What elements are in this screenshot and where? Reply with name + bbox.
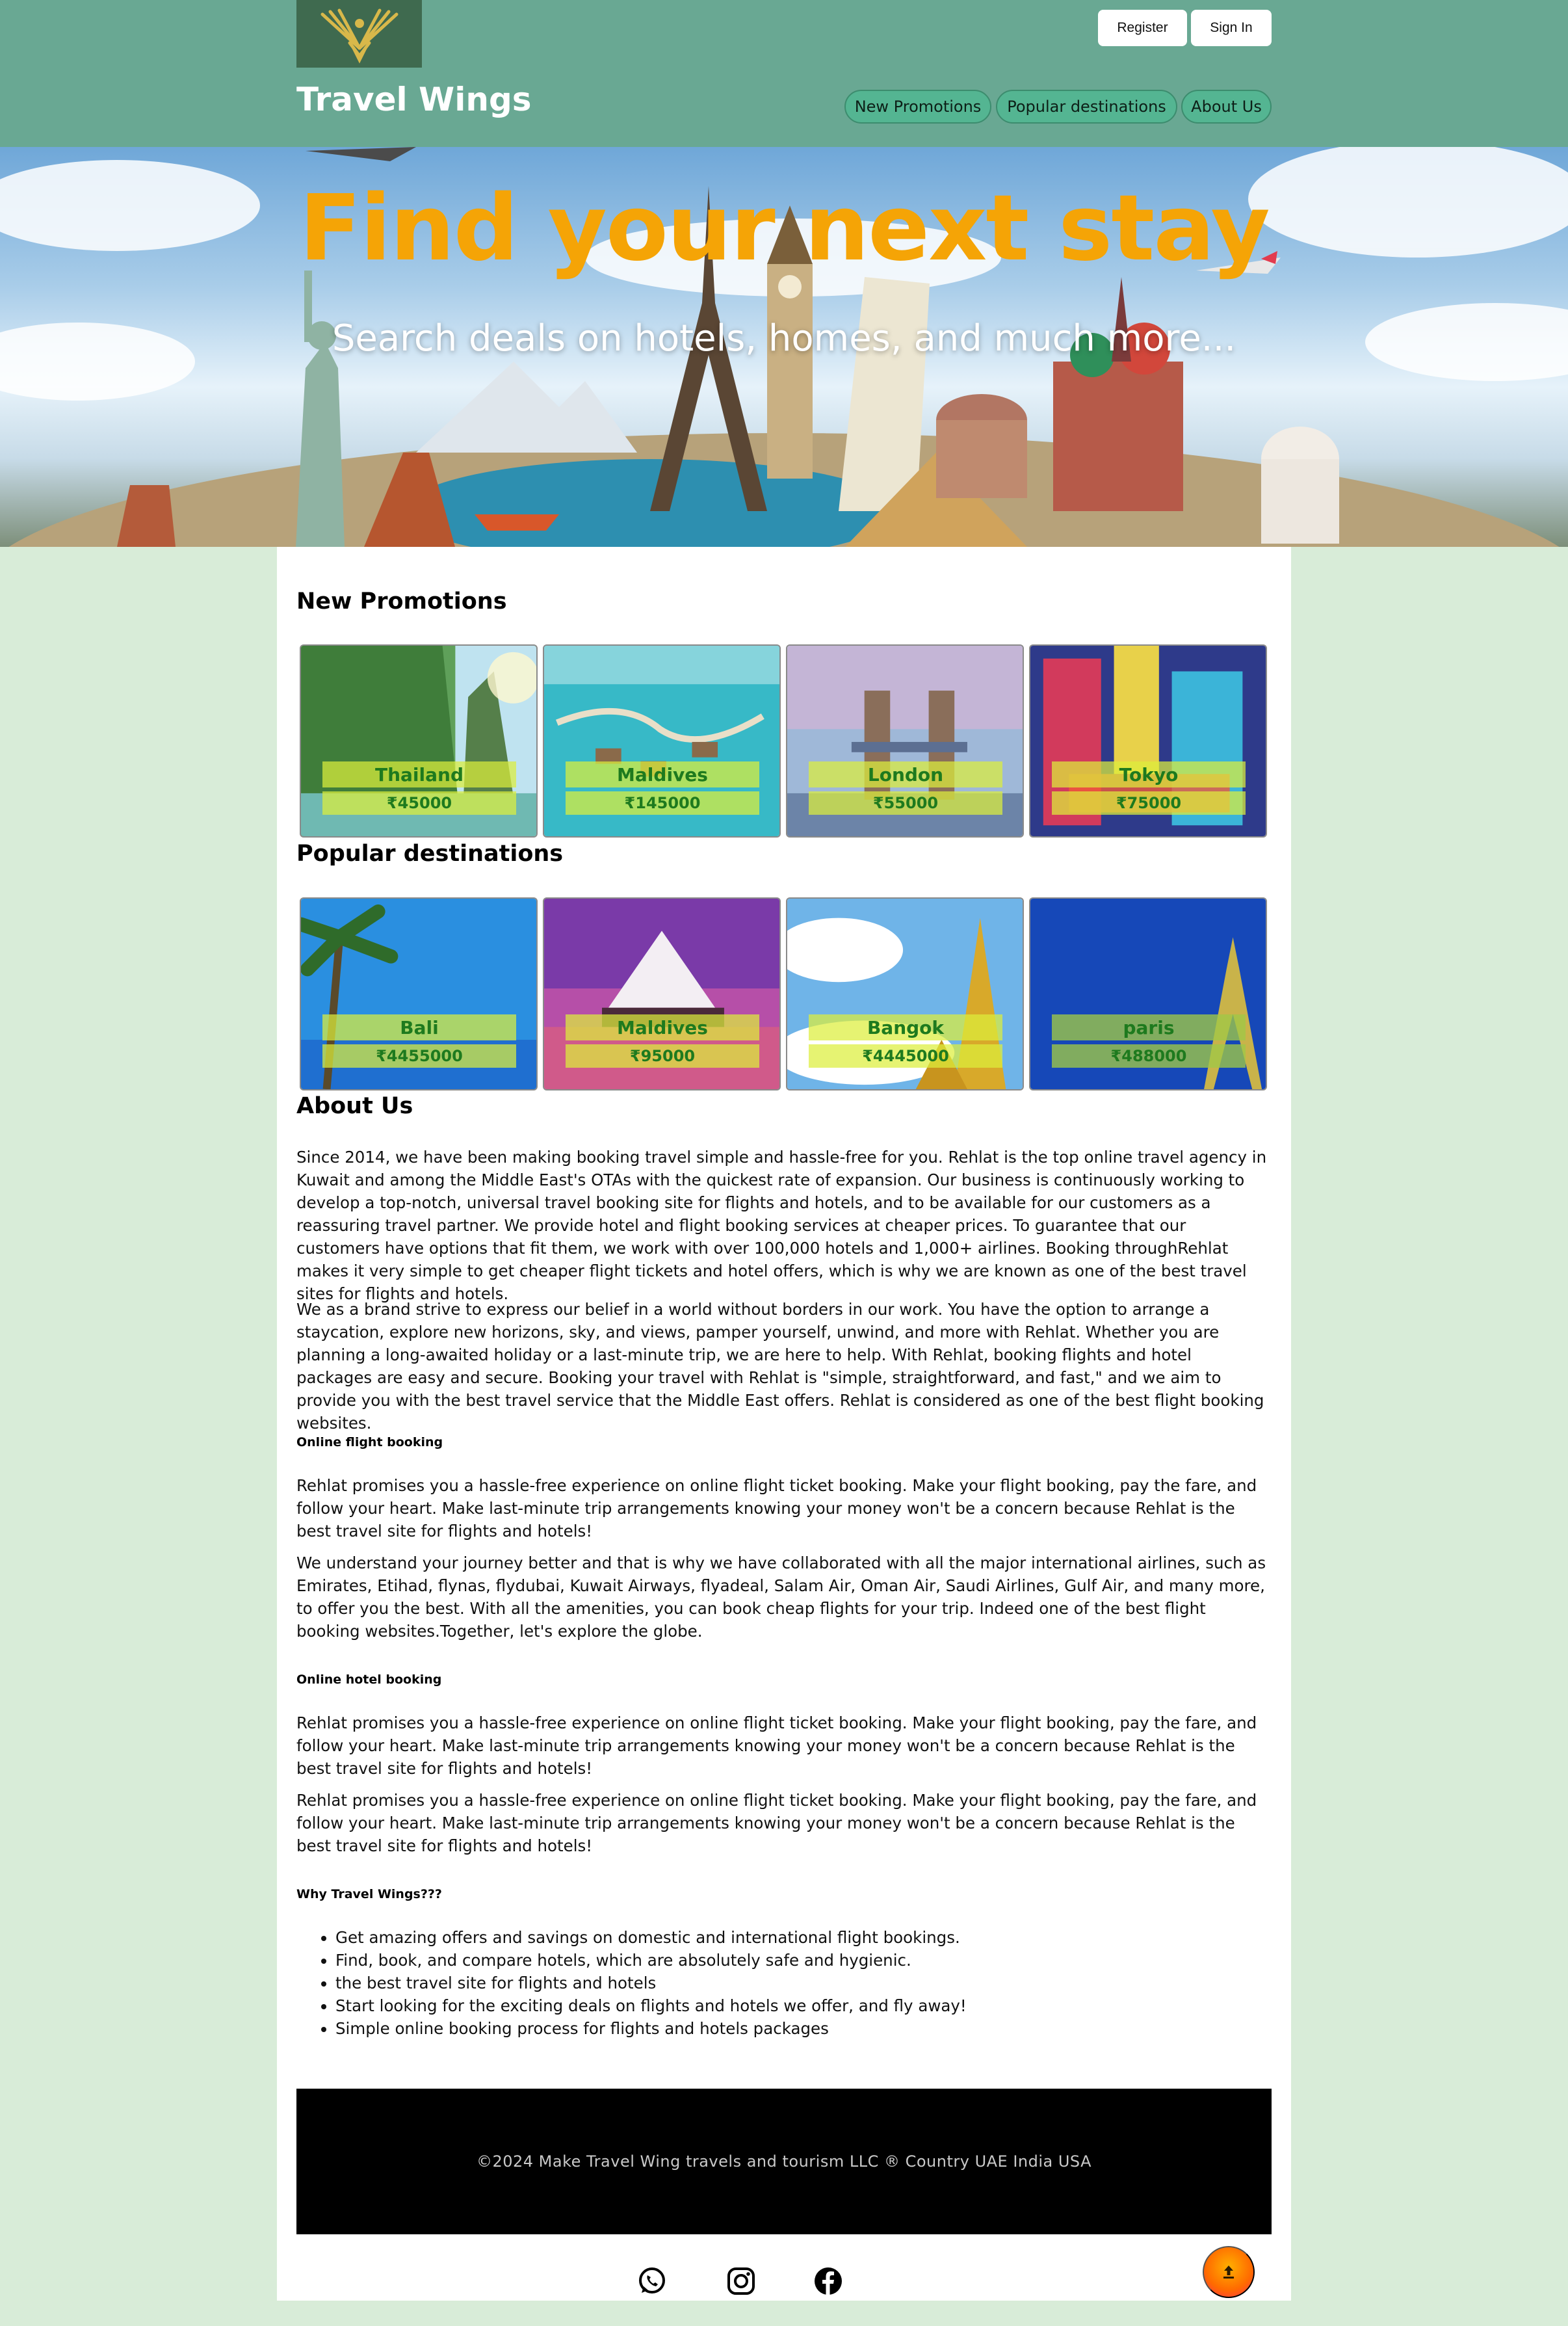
sign-in-button[interactable]: Sign In (1191, 10, 1272, 46)
hero-subtitle: Search deals on hotels, homes, and much … (332, 317, 1236, 360)
card-title: London (809, 761, 1002, 787)
about-paragraph-5: Rehlat promises you a hassle-free experi… (296, 1711, 1272, 1780)
arrow-up-icon (1223, 2266, 1234, 2279)
about-text: Rehlat promises you a hassle-free experi… (296, 1476, 1257, 1540)
why-list: Get amazing offers and savings on domest… (296, 1926, 1272, 2040)
hero-title: Find your next stay (299, 176, 1270, 282)
card-price: ₹4445000 (809, 1044, 1002, 1068)
promo-card-tokyo[interactable]: Tokyo ₹75000 (1029, 644, 1267, 838)
nav-popular-destinations[interactable]: Popular destinations (996, 90, 1177, 124)
brand-title[interactable]: Travel Wings (296, 81, 532, 118)
about-text: We as a brand strive to express our beli… (296, 1300, 1264, 1433)
about-paragraph-1: Since 2014, we have been making booking … (296, 1146, 1272, 1305)
about-paragraph-2: We as a brand strive to express our beli… (296, 1298, 1272, 1434)
logo[interactable] (296, 0, 422, 68)
list-item: Find, book, and compare hotels, which ar… (335, 1949, 1272, 1972)
subheading: Online hotel booking (296, 1672, 442, 1687)
about-text: We understand your journey better and th… (296, 1553, 1266, 1641)
hero-banner: Find your next stay Search deals on hote… (0, 147, 1568, 547)
card-title: Tokyo (1052, 761, 1246, 787)
card-title: Bali (322, 1014, 516, 1040)
card-price: ₹488000 (1052, 1044, 1246, 1068)
footer: ©2024 Make Travel Wing travels and touri… (296, 2089, 1272, 2234)
about-text: Rehlat promises you a hassle-free experi… (296, 1713, 1257, 1778)
card-title: Thailand (322, 761, 516, 787)
promo-card-london[interactable]: London ₹55000 (786, 644, 1024, 838)
about-heading: About Us (296, 1093, 413, 1119)
list-item: the best travel site for flights and hot… (335, 1972, 1272, 1994)
site-header: Travel Wings Register Sign In New Promot… (0, 0, 1568, 147)
about-text: Since 2014, we have been making booking … (296, 1148, 1267, 1303)
subheading: Online flight booking (296, 1435, 443, 1449)
scroll-top-button[interactable] (1203, 2246, 1255, 2298)
card-title: paris (1052, 1014, 1246, 1040)
subheading: Why Travel Wings??? (296, 1887, 442, 1901)
list-item: Get amazing offers and savings on domest… (335, 1926, 1272, 1949)
card-price: ₹55000 (809, 791, 1002, 815)
wings-logo-icon (320, 8, 398, 64)
card-price: ₹95000 (566, 1044, 759, 1068)
promo-card-thailand[interactable]: Thailand ₹45000 (300, 644, 538, 838)
about-paragraph-3: Rehlat promises you a hassle-free experi… (296, 1474, 1272, 1542)
popular-card-bali[interactable]: Bali ₹4455000 (300, 897, 538, 1090)
popular-heading: Popular destinations (296, 841, 564, 867)
copyright-text: ©2024 Make Travel Wing travels and touri… (476, 2152, 1092, 2171)
card-price: ₹145000 (566, 791, 759, 815)
hotel-booking-heading: Online hotel booking (296, 1672, 1272, 1687)
about-paragraph-6: Rehlat promises you a hassle-free experi… (296, 1789, 1272, 1857)
list-item: Simple online booking process for flight… (335, 2017, 1272, 2040)
card-price: ₹45000 (322, 791, 516, 815)
facebook-icon[interactable] (813, 2266, 844, 2297)
card-title: Bangok (809, 1014, 1002, 1040)
whatsapp-icon[interactable] (636, 2266, 668, 2297)
flight-booking-heading: Online flight booking (296, 1435, 1272, 1449)
promotions-heading: New Promotions (296, 588, 507, 615)
card-title: Maldives (566, 761, 759, 787)
popular-card-bangkok[interactable]: Bangok ₹4445000 (786, 897, 1024, 1090)
nav-new-promotions[interactable]: New Promotions (844, 90, 991, 124)
about-text: Rehlat promises you a hassle-free experi… (296, 1791, 1257, 1855)
why-heading: Why Travel Wings??? (296, 1887, 1272, 1901)
list-item: Start looking for the exciting deals on … (335, 1994, 1272, 2017)
card-price: ₹4455000 (322, 1044, 516, 1068)
promo-card-maldives[interactable]: Maldives ₹145000 (543, 644, 781, 838)
main-content: New Promotions Thailand ₹45000 Maldives … (277, 547, 1291, 2301)
nav-about-us[interactable]: About Us (1181, 90, 1272, 124)
popular-card-paris[interactable]: paris ₹488000 (1029, 897, 1267, 1090)
register-button[interactable]: Register (1098, 10, 1187, 46)
card-title: Maldives (566, 1014, 759, 1040)
about-paragraph-4: We understand your journey better and th… (296, 1552, 1272, 1643)
popular-card-maldives[interactable]: Maldives ₹95000 (543, 897, 781, 1090)
instagram-icon[interactable] (725, 2266, 757, 2297)
card-price: ₹75000 (1052, 791, 1246, 815)
